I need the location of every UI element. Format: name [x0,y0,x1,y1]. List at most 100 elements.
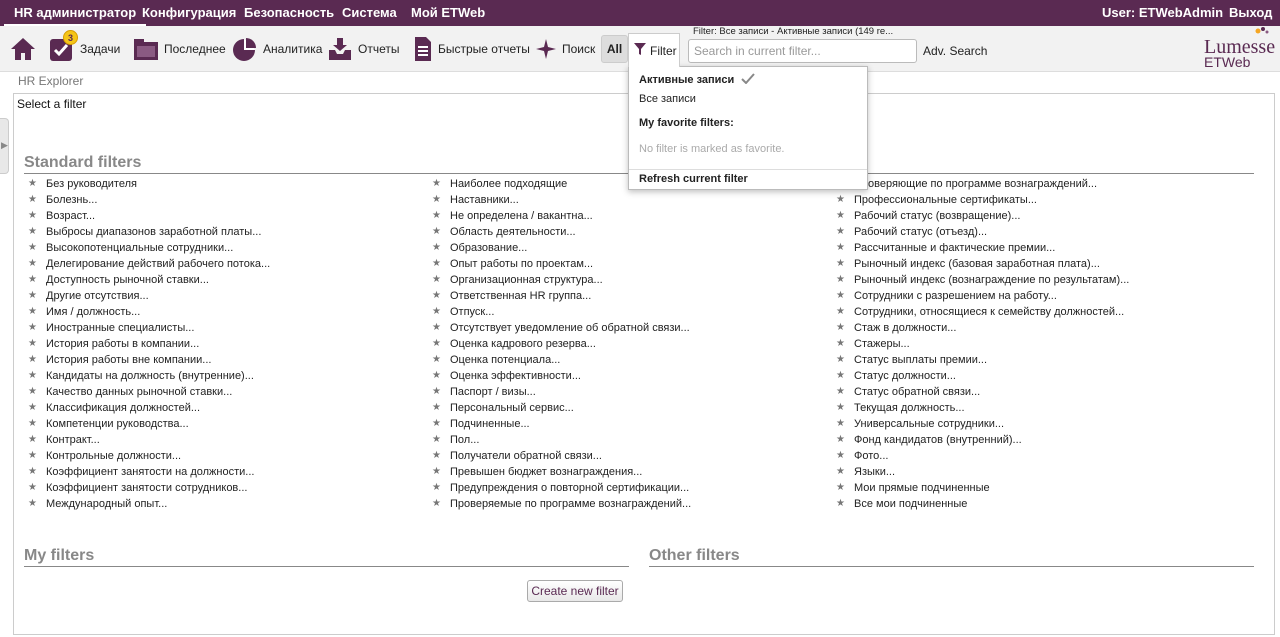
star-icon[interactable]: ★ [836,291,846,301]
star-icon[interactable]: ★ [432,451,442,461]
filter-item[interactable]: ★ Рабочий статус (возвращение)... [836,208,1129,224]
tasks-button[interactable]: 3 Задачи [49,30,120,64]
filter-item[interactable]: ★ Контрольные должности... [28,448,270,464]
star-icon[interactable]: ★ [28,307,38,317]
filter-item[interactable]: ★ Текущая должность... [836,400,1129,416]
filter-item[interactable]: ★Проверяющие по программе вознаграждений… [836,176,1129,192]
filter-item[interactable]: ★ Наставники... [432,192,691,208]
menu-my-etweb[interactable]: Мой ETWeb [401,0,495,26]
star-icon[interactable]: ★ [836,387,846,397]
star-icon[interactable]: ★ [28,291,38,301]
filter-item[interactable]: ★ Высокопотенциальные сотрудники... [28,240,270,256]
analytics-button[interactable]: Аналитика [232,34,322,64]
star-icon[interactable]: ★ [836,339,846,349]
dropdown-item-all[interactable]: Все записи [639,93,696,105]
filter-item[interactable]: ★ Иностранные специалисты... [28,320,270,336]
menu-system[interactable]: Система [332,0,407,26]
filter-item[interactable]: ★ Коэффициент занятости на должности... [28,464,270,480]
star-icon[interactable]: ★ [28,483,38,493]
star-icon[interactable]: ★ [432,291,442,301]
filter-item[interactable]: ★ Классификация должностей... [28,400,270,416]
filter-item[interactable]: ★ Образование... [432,240,691,256]
filter-item[interactable]: ★ Доступность рыночной ставки... [28,272,270,288]
star-icon[interactable]: ★ [432,403,442,413]
refresh-filter-item[interactable]: Refresh current filter [639,173,748,185]
filter-item[interactable]: ★ Все мои подчиненные [836,496,1129,512]
star-icon[interactable]: ★ [432,323,442,333]
star-icon[interactable]: ★ [432,355,442,365]
star-icon[interactable]: ★ [28,195,38,205]
star-icon[interactable]: ★ [836,499,846,509]
search-input[interactable] [688,39,917,63]
star-icon[interactable]: ★ [28,371,38,381]
filter-item[interactable]: ★ Отпуск... [432,304,691,320]
filter-item[interactable]: ★ Международный опыт... [28,496,270,512]
star-icon[interactable]: ★ [432,499,442,509]
star-icon[interactable]: ★ [836,451,846,461]
filter-item[interactable]: ★ Качество данных рыночной ставки... [28,384,270,400]
filter-item[interactable]: ★ Фото... [836,448,1129,464]
star-icon[interactable]: ★ [836,195,846,205]
filter-item[interactable]: ★ Сотрудники, относящиеся к семейству дол… [836,304,1129,320]
star-icon[interactable]: ★ [836,371,846,381]
filter-item[interactable]: ★ Превышен бюджет вознаграждения... [432,464,691,480]
filter-item[interactable]: ★ Стажеры... [836,336,1129,352]
filter-item[interactable]: ★ Универсальные сотрудники... [836,416,1129,432]
filter-item[interactable]: ★ Фонд кандидатов (внутренний)... [836,432,1129,448]
star-icon[interactable]: ★ [836,483,846,493]
star-icon[interactable]: ★ [432,435,442,445]
star-icon[interactable]: ★ [432,483,442,493]
star-icon[interactable]: ★ [28,275,38,285]
filter-item[interactable]: ★ Стаж в должности... [836,320,1129,336]
filter-item[interactable]: ★ Возраст... [28,208,270,224]
filter-item[interactable]: ★ Коэффициент занятости сотрудников... [28,480,270,496]
star-icon[interactable]: ★ [836,323,846,333]
filter-item[interactable]: ★ История работы вне компании... [28,352,270,368]
filter-item[interactable]: ★ Статус выплаты премии... [836,352,1129,368]
star-icon[interactable]: ★ [836,259,846,269]
star-icon[interactable]: ★ [28,323,38,333]
reports-button[interactable]: Отчеты [327,34,399,64]
filter-item[interactable]: ★ Подчиненные... [432,416,691,432]
filter-item[interactable]: ★ Ответственная HR группа... [432,288,691,304]
star-icon[interactable]: ★ [28,419,38,429]
quick-reports-button[interactable]: Быстрые отчеты [413,34,530,64]
all-button[interactable]: All [601,35,628,63]
star-icon[interactable]: ★ [836,211,846,221]
filter-item[interactable]: ★ Контракт... [28,432,270,448]
filter-item[interactable]: ★ Рыночный индекс (базовая заработная пла… [836,256,1129,272]
filter-item[interactable]: ★ Болезнь... [28,192,270,208]
star-icon[interactable]: ★ [432,307,442,317]
filter-item[interactable]: ★ Статус обратной связи... [836,384,1129,400]
filter-item[interactable]: ★ Кандидаты на должность (внутренние)... [28,368,270,384]
star-icon[interactable]: ★ [28,339,38,349]
star-icon[interactable]: ★ [836,419,846,429]
filter-item[interactable]: ★ Оценка эффективности... [432,368,691,384]
recent-button[interactable]: Последнее [133,34,226,64]
filter-item[interactable]: ★ Область деятельности... [432,224,691,240]
filter-item[interactable]: ★ История работы в компании... [28,336,270,352]
star-icon[interactable]: ★ [432,275,442,285]
star-icon[interactable]: ★ [432,211,442,221]
star-icon[interactable]: ★ [836,275,846,285]
star-icon[interactable]: ★ [836,307,846,317]
filter-item[interactable]: ★ Статус должности... [836,368,1129,384]
filter-item[interactable]: ★ Персональный сервис... [432,400,691,416]
star-icon[interactable]: ★ [432,195,442,205]
filter-item[interactable]: ★ Другие отсутствия... [28,288,270,304]
filter-item[interactable]: ★ Предупреждения о повторной сертификации… [432,480,691,496]
filter-item[interactable]: ★ Организационная структура... [432,272,691,288]
star-icon[interactable]: ★ [28,227,38,237]
star-icon[interactable]: ★ [432,339,442,349]
star-icon[interactable]: ★ [28,179,38,189]
star-icon[interactable]: ★ [432,227,442,237]
home-button[interactable] [10,34,41,64]
filter-item[interactable]: ★ Паспорт / визы... [432,384,691,400]
filter-item[interactable]: ★ Рабочий статус (отъезд)... [836,224,1129,240]
star-icon[interactable]: ★ [28,243,38,253]
star-icon[interactable]: ★ [432,179,442,189]
filter-item[interactable]: ★ Оценка кадрового резерва... [432,336,691,352]
star-icon[interactable]: ★ [432,371,442,381]
star-icon[interactable]: ★ [432,243,442,253]
star-icon[interactable]: ★ [836,355,846,365]
